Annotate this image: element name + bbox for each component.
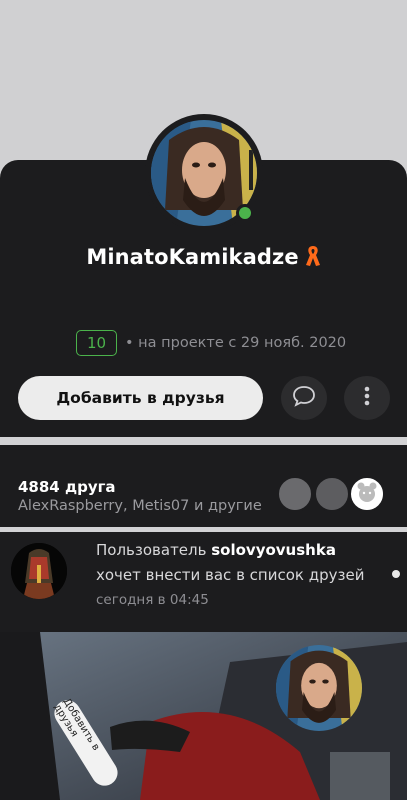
friends-names: AlexRaspberry, Metis07 и другие (18, 498, 262, 514)
bear-icon (355, 481, 379, 507)
profile-meta: 10 • на проекте с 29 нояб. 2020 (76, 329, 346, 357)
profile-name-row: MinatoKamikadze (0, 245, 407, 271)
requester-avatar[interactable] (11, 543, 67, 599)
friend-avatar (314, 476, 350, 512)
vertical-dots-icon (364, 386, 370, 410)
friend-avatar (349, 476, 385, 512)
username: MinatoKamikadze (86, 245, 299, 269)
ribbon-icon (305, 245, 321, 271)
more-button[interactable] (344, 376, 390, 420)
message-button[interactable] (281, 376, 327, 420)
profile-avatar[interactable] (145, 114, 263, 232)
add-friend-button[interactable]: Добавить в друзья (18, 376, 263, 420)
unread-indicator (392, 570, 400, 578)
notification-message: хочет внести вас в список друзей (96, 566, 365, 584)
notification-prefix: Пользователь (96, 541, 212, 559)
friends-count: 4884 друга (18, 478, 116, 496)
notification-username[interactable]: solovyovushka (211, 541, 336, 559)
notification-text: Пользователь solovyovushka (96, 541, 336, 559)
notification-time: сегодня в 04:45 (96, 592, 209, 608)
friend-avatar (277, 476, 313, 512)
banner-avatar (276, 645, 362, 731)
member-since: • на проекте с 29 нояб. 2020 (125, 335, 347, 351)
level-badge[interactable]: 10 (76, 330, 117, 356)
speech-bubble-icon (292, 385, 316, 411)
online-indicator (236, 204, 254, 222)
